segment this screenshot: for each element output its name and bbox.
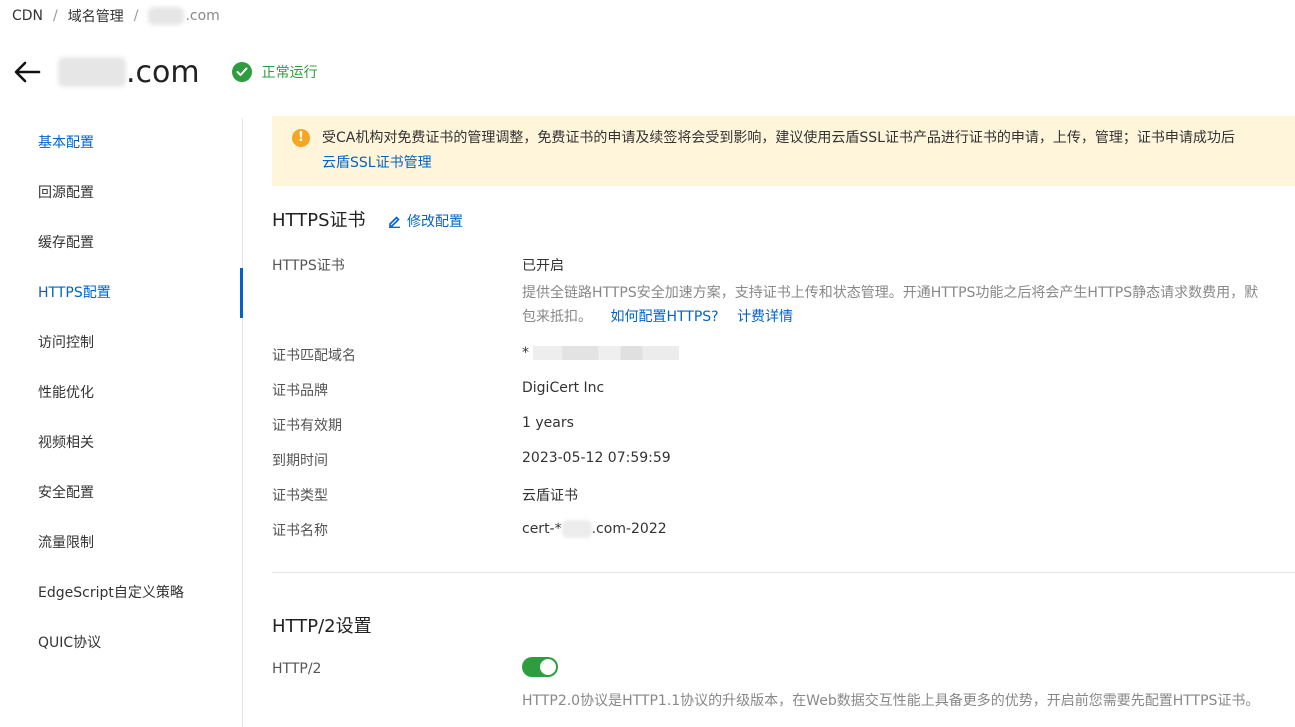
status-text: 正常运行	[261, 65, 318, 81]
billing-details-link[interactable]: 计费详情	[737, 309, 793, 325]
https-desc-line1: 提供全链路HTTPS安全加速方案，支持证书上传和状态管理。开通HTTPS功能之后…	[522, 285, 1259, 301]
cert-domain-value: *	[522, 345, 679, 361]
how-to-configure-https-link[interactable]: 如何配置HTTPS?	[610, 309, 718, 325]
sidebar-item-security[interactable]: 安全配置	[0, 468, 242, 518]
masked-domain	[148, 7, 185, 25]
page-header: .com 正常运行	[10, 52, 318, 92]
expiry-time-label: 到期时间	[272, 453, 328, 469]
https-description: 提供全链路HTTPS安全加速方案，支持证书上传和状态管理。开通HTTPS功能之后…	[522, 281, 1258, 329]
http2-section-title: HTTP/2设置	[272, 616, 372, 637]
cert-name-suffix: .com-2022	[591, 521, 667, 537]
cert-type-value: 云盾证书	[522, 488, 578, 504]
edit-config-button[interactable]: 修改配置	[388, 211, 463, 231]
https-cert-value: 已开启	[522, 258, 564, 274]
breadcrumb-separator: /	[53, 8, 58, 24]
arrow-left-icon	[14, 61, 41, 83]
sidebar: 基本配置 回源配置 缓存配置 HTTPS配置 访问控制 性能优化 视频相关 安全…	[0, 118, 243, 727]
sidebar-item-traffic-limit[interactable]: 流量限制	[0, 518, 242, 568]
sidebar-item-quic[interactable]: QUIC协议	[0, 618, 242, 668]
sidebar-item-origin[interactable]: 回源配置	[0, 168, 242, 218]
http2-description: HTTP2.0协议是HTTP1.1协议的升级版本，在Web数据交互性能上具备更多…	[522, 693, 1260, 709]
sidebar-item-https[interactable]: HTTPS配置	[0, 268, 243, 318]
breadcrumb-cdn[interactable]: CDN	[12, 8, 43, 24]
http2-label: HTTP/2	[272, 661, 322, 677]
breadcrumb-domain-management[interactable]: 域名管理	[68, 6, 124, 26]
page-title-suffix: .com	[126, 54, 200, 90]
https-desc-line2-wrap: 包来抵扣。 如何配置HTTPS? 计费详情	[522, 305, 1258, 329]
masked-domain	[533, 346, 679, 360]
cert-name-label: 证书名称	[272, 523, 328, 539]
cert-brand-label: 证书品牌	[272, 383, 328, 399]
main-content: ! 受CA机构对免费证书的管理调整，免费证书的申请及续签将会受到影响，建议使用云…	[272, 116, 1295, 709]
sidebar-item-access-control[interactable]: 访问控制	[0, 318, 242, 368]
expiry-time-value: 2023-05-12 07:59:59	[522, 450, 671, 466]
edit-config-label: 修改配置	[407, 214, 463, 230]
sidebar-item-performance[interactable]: 性能优化	[0, 368, 242, 418]
masked-domain	[58, 57, 126, 87]
cert-domain-label: 证书匹配域名	[272, 348, 356, 364]
cert-brand-value: DigiCert Inc	[522, 380, 605, 396]
section-divider	[272, 572, 1295, 573]
back-button[interactable]	[10, 55, 44, 89]
cert-type-label: 证书类型	[272, 488, 328, 504]
sidebar-item-cache[interactable]: 缓存配置	[0, 218, 242, 268]
https-cert-label: HTTPS证书	[272, 258, 345, 274]
breadcrumb-domain-suffix: .com	[185, 8, 220, 24]
sidebar-item-edgescript[interactable]: EdgeScript自定义策略	[0, 568, 242, 618]
breadcrumb: CDN / 域名管理 / .com	[12, 6, 220, 26]
cert-domain-wildcard: *	[522, 345, 529, 361]
edit-icon	[389, 215, 400, 228]
http2-toggle[interactable]	[522, 657, 558, 677]
https-section-title: HTTPS证书	[272, 210, 366, 231]
cert-validity-value: 1 years	[522, 415, 574, 431]
cert-name-value: cert-* .com-2022	[522, 520, 667, 538]
notice-banner: ! 受CA机构对免费证书的管理调整，免费证书的申请及续签将会受到影响，建议使用云…	[272, 116, 1295, 186]
notice-link-ssl-management[interactable]: 云盾SSL证书管理	[322, 151, 432, 176]
page-title: .com	[58, 55, 200, 90]
sidebar-item-basic[interactable]: 基本配置	[0, 118, 242, 168]
cert-name-prefix: cert-*	[522, 521, 562, 537]
check-circle-icon	[231, 62, 252, 82]
breadcrumb-current-domain: .com	[148, 7, 220, 25]
masked-domain	[561, 520, 592, 538]
status-badge: 正常运行	[231, 62, 318, 82]
cert-validity-label: 证书有效期	[272, 418, 342, 434]
toggle-knob	[540, 659, 556, 675]
https-desc-line2: 包来抵扣。	[522, 309, 592, 325]
notice-text: 受CA机构对免费证书的管理调整，免费证书的申请及续签将会受到影响，建议使用云盾S…	[322, 130, 1235, 146]
breadcrumb-separator: /	[133, 8, 139, 24]
warning-icon: !	[292, 129, 310, 147]
sidebar-item-video[interactable]: 视频相关	[0, 418, 242, 468]
